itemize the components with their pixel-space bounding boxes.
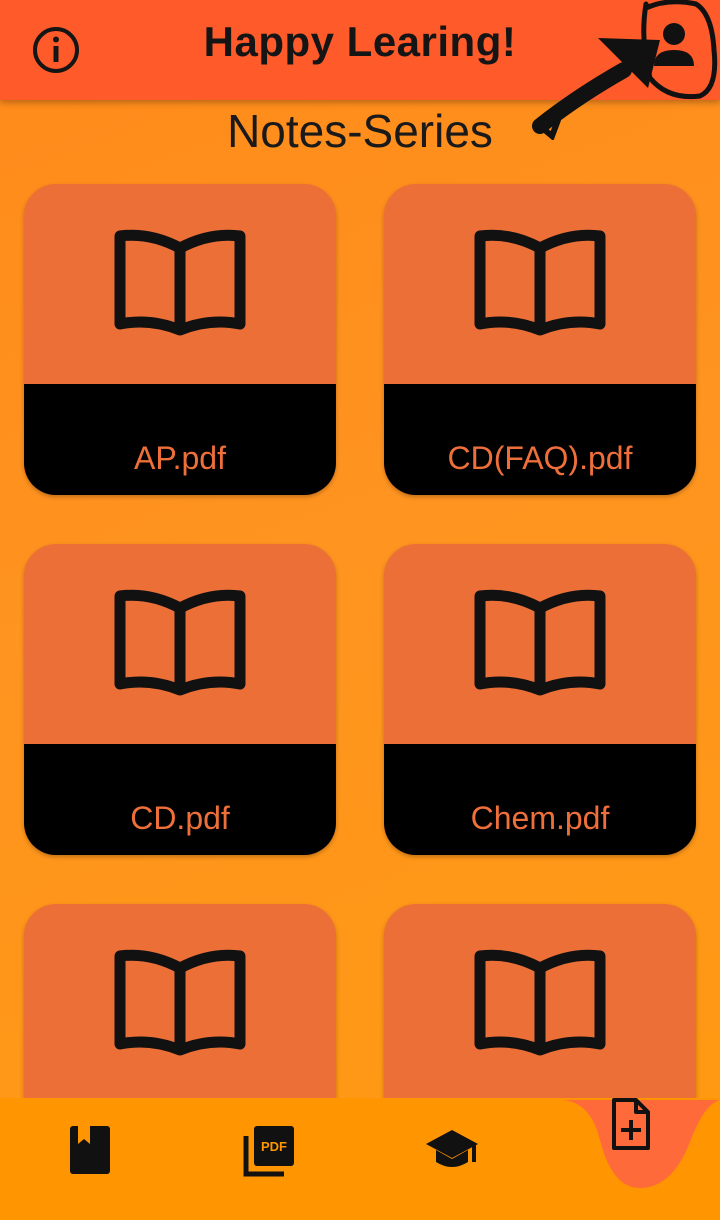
card-label: CD.pdf xyxy=(130,800,230,836)
svg-text:PDF: PDF xyxy=(261,1139,287,1154)
card-label: Chem.pdf xyxy=(470,800,610,836)
nav-item-courses[interactable] xyxy=(424,1128,480,1174)
open-book-icon xyxy=(474,229,606,336)
nav-item-pdf[interactable]: PDF xyxy=(242,1122,298,1178)
note-card[interactable]: AP.pdf xyxy=(24,184,336,495)
section-title: Notes-Series xyxy=(227,105,493,157)
profile-button[interactable] xyxy=(642,2,716,98)
add-note-button[interactable] xyxy=(596,1096,666,1156)
open-book-icon xyxy=(114,589,246,696)
card-label: CD(FAQ).pdf xyxy=(447,440,633,476)
person-icon xyxy=(654,23,694,66)
note-card[interactable]: CD(FAQ).pdf xyxy=(384,184,696,495)
nav-item-notes[interactable] xyxy=(66,1124,114,1176)
app-bar: Happy Learing! xyxy=(0,0,720,100)
open-book-icon xyxy=(114,949,246,1056)
pdf-icon: PDF xyxy=(243,1126,294,1177)
graduation-cap-icon xyxy=(426,1130,478,1167)
open-book-icon xyxy=(114,229,246,336)
bookmark-book-icon xyxy=(70,1126,110,1174)
note-card[interactable]: CD.pdf xyxy=(24,544,336,855)
open-book-icon xyxy=(474,589,606,696)
open-book-icon xyxy=(474,949,606,1056)
note-card[interactable]: Chem.pdf xyxy=(384,544,696,855)
add-note-icon xyxy=(612,1098,650,1150)
card-label: AP.pdf xyxy=(134,440,226,476)
app-title: Happy Learing! xyxy=(203,18,517,65)
